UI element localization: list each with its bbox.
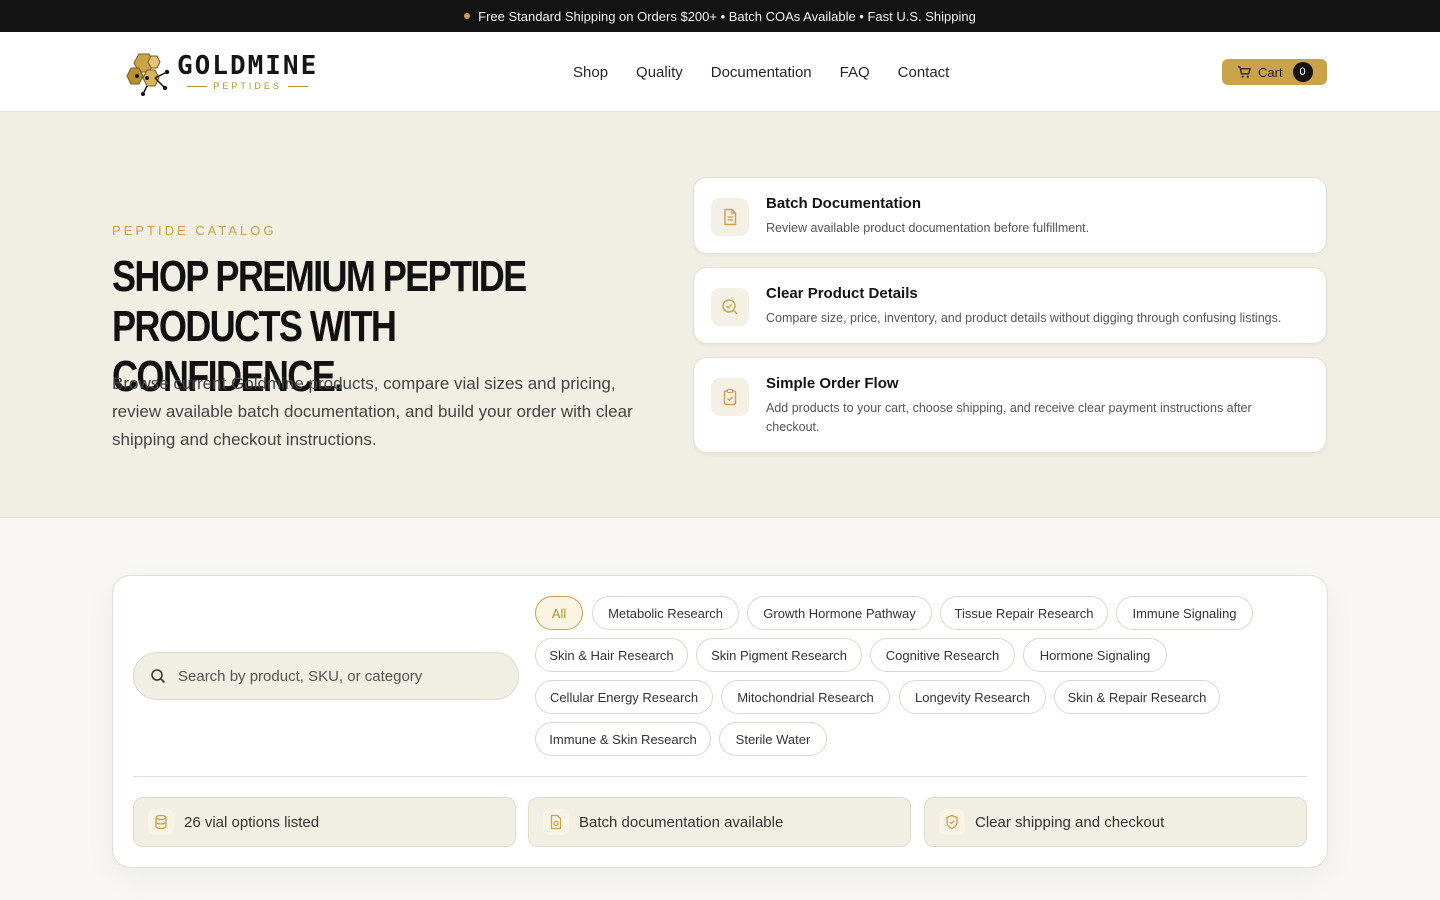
brand-tagline: PEPTIDES <box>213 81 282 91</box>
category-chip[interactable]: Growth Hormone Pathway <box>747 596 932 630</box>
stat-label: 26 vial options listed <box>184 813 320 831</box>
cart-button[interactable]: Cart 0 <box>1222 59 1327 85</box>
feature-title: Simple Order Flow <box>766 375 899 392</box>
document-icon <box>711 198 749 236</box>
main-nav: Shop Quality Documentation FAQ Contact <box>573 32 949 112</box>
nav-contact[interactable]: Contact <box>898 64 950 81</box>
catalog-filter-panel: All Metabolic Research Growth Hormone Pa… <box>112 575 1328 868</box>
honeycomb-molecule-icon <box>126 53 169 96</box>
site-header: GOLDMINE PEPTIDES Shop Quality Documenta… <box>0 32 1440 112</box>
search-input[interactable] <box>178 667 498 685</box>
category-chip[interactable]: Immune & Skin Research <box>535 722 711 756</box>
database-icon <box>148 809 174 835</box>
clipboard-check-icon <box>711 378 749 416</box>
category-chip[interactable]: Mitochondrial Research <box>721 680 890 714</box>
category-chip[interactable]: Immune Signaling <box>1116 596 1253 630</box>
category-chip[interactable]: Skin & Repair Research <box>1054 680 1220 714</box>
announcement-bar: Free Standard Shipping on Orders $200+ •… <box>0 0 1440 32</box>
search-check-icon <box>711 288 749 326</box>
brand-logo[interactable]: GOLDMINE PEPTIDES <box>125 48 318 96</box>
cart-icon <box>1237 66 1251 78</box>
brand-name: GOLDMINE <box>177 51 319 81</box>
category-chip[interactable]: Cellular Energy Research <box>535 680 713 714</box>
filter-divider <box>133 776 1307 777</box>
category-chip-all[interactable]: All <box>535 596 583 630</box>
feature-card-simple-order-flow: Simple Order Flow Add products to your c… <box>693 357 1327 453</box>
tagline-rule-right <box>287 85 308 87</box>
stat-label: Batch documentation available <box>579 813 784 831</box>
nav-quality[interactable]: Quality <box>636 64 683 81</box>
search-box[interactable] <box>133 652 519 700</box>
feature-title: Batch Documentation <box>766 195 922 212</box>
hero-description: Browse current Goldmine products, compar… <box>112 374 633 449</box>
nav-faq[interactable]: FAQ <box>840 64 870 81</box>
nav-shop[interactable]: Shop <box>573 64 608 81</box>
cart-label: Cart <box>1258 64 1283 80</box>
file-badge-icon <box>543 809 569 835</box>
search-icon <box>151 669 166 684</box>
category-chip[interactable]: Longevity Research <box>899 680 1046 714</box>
stat-shipping-checkout: Clear shipping and checkout <box>924 797 1307 847</box>
category-chip[interactable]: Tissue Repair Research <box>940 596 1108 630</box>
category-chip[interactable]: Metabolic Research <box>592 596 739 630</box>
category-chip[interactable]: Sterile Water <box>719 722 827 756</box>
tagline-rule-left <box>187 85 208 87</box>
hero-section: PEPTIDE CATALOG Shop Premium Peptide Pro… <box>0 112 1440 518</box>
nav-documentation[interactable]: Documentation <box>711 64 812 81</box>
announcement-dot-icon <box>464 13 471 19</box>
category-chip[interactable]: Cognitive Research <box>870 638 1015 672</box>
cart-count-badge: 0 <box>1292 62 1313 82</box>
hero-eyebrow: PEPTIDE CATALOG <box>112 223 277 238</box>
feature-card-clear-product-details: Clear Product Details Compare size, pric… <box>693 267 1327 344</box>
announcement-text: Free Standard Shipping on Orders $200+ •… <box>478 8 976 24</box>
category-chip[interactable]: Hormone Signaling <box>1023 638 1167 672</box>
stat-label: Clear shipping and checkout <box>975 813 1165 831</box>
feature-description: Compare size, price, inventory, and prod… <box>766 311 1282 325</box>
stat-batch-documentation: Batch documentation available <box>528 797 911 847</box>
feature-card-batch-documentation: Batch Documentation Review available pro… <box>693 177 1327 254</box>
shield-check-icon <box>939 809 965 835</box>
feature-description: Review available product documentation b… <box>766 221 1090 235</box>
category-chip[interactable]: Skin & Hair Research <box>535 638 688 672</box>
category-chip[interactable]: Skin Pigment Research <box>696 638 862 672</box>
stat-vial-options: 26 vial options listed <box>133 797 516 847</box>
feature-description: Add products to your cart, choose shippi… <box>766 401 1252 434</box>
feature-title: Clear Product Details <box>766 285 918 302</box>
